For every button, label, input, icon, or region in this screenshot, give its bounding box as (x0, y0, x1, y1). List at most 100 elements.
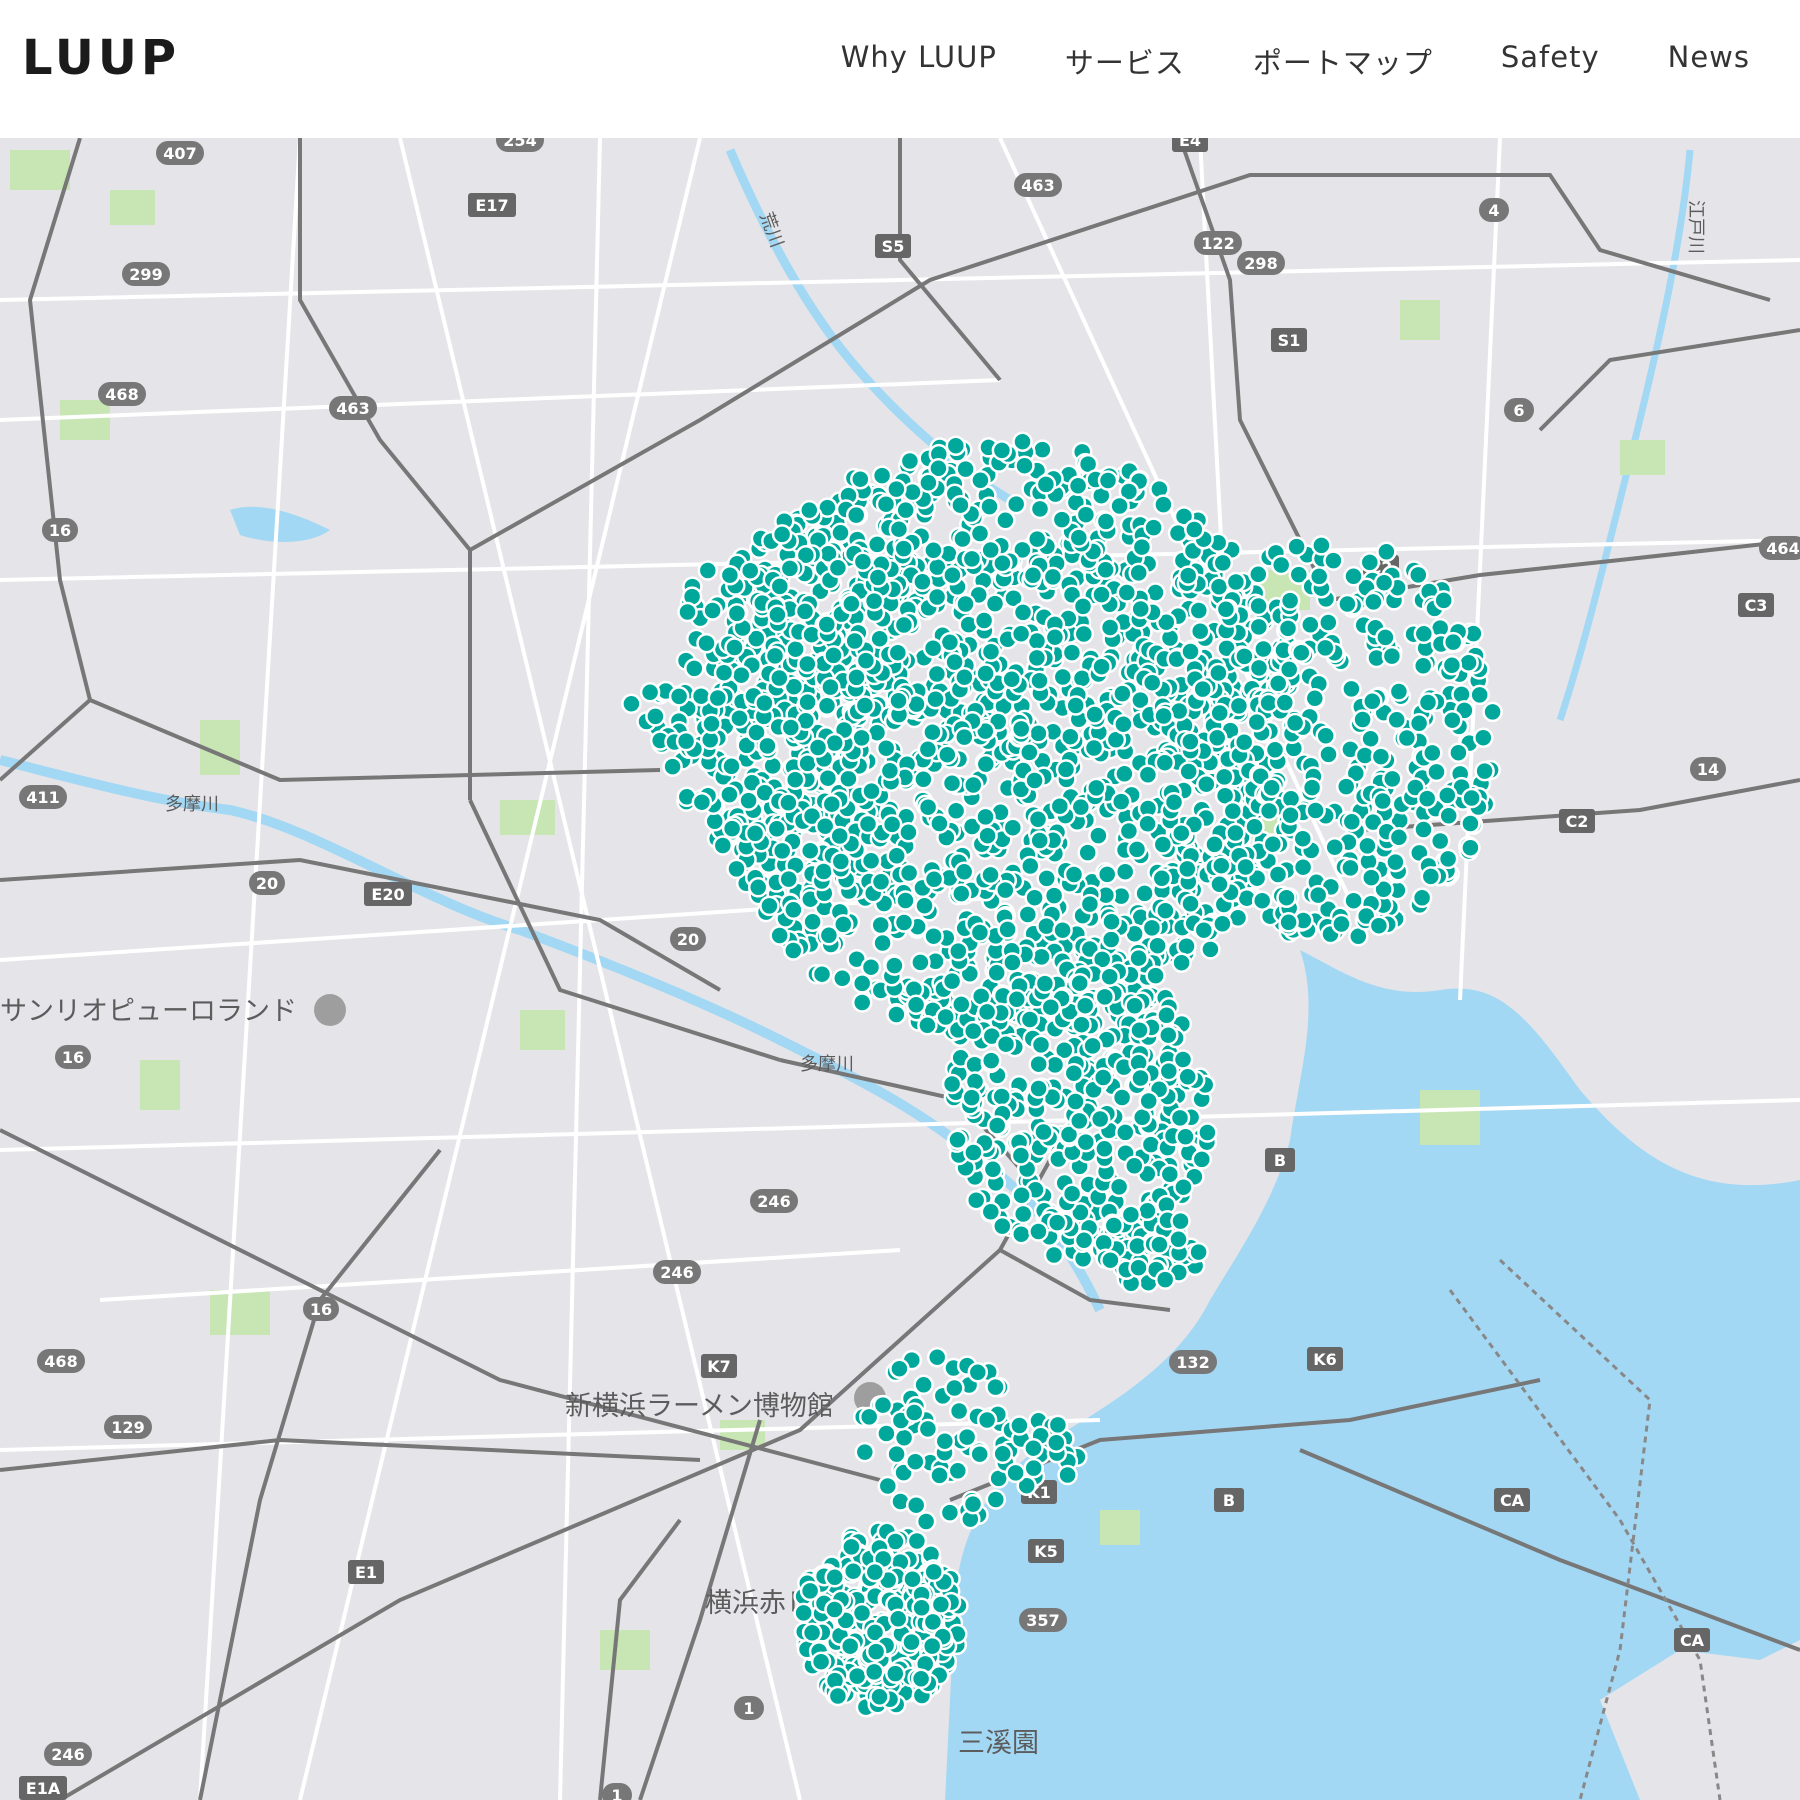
port-marker[interactable] (1128, 562, 1149, 584)
port-marker[interactable] (1116, 582, 1138, 603)
port-marker[interactable] (1352, 709, 1373, 730)
port-marker[interactable] (1137, 764, 1159, 786)
port-marker[interactable] (1308, 566, 1330, 587)
port-marker[interactable] (747, 877, 769, 898)
port-marker[interactable] (1278, 659, 1300, 680)
port-marker[interactable] (766, 818, 788, 840)
port-marker[interactable] (1124, 1155, 1145, 1177)
port-marker[interactable] (662, 756, 683, 777)
port-marker[interactable] (1043, 885, 1065, 906)
port-marker[interactable] (934, 1430, 956, 1452)
port-marker[interactable] (926, 586, 948, 608)
port-marker[interactable] (1413, 819, 1434, 840)
port-marker[interactable] (793, 1602, 814, 1624)
port-marker[interactable] (969, 523, 991, 544)
port-marker[interactable] (917, 796, 939, 818)
port-marker[interactable] (1023, 1437, 1044, 1459)
port-marker[interactable] (1072, 596, 1094, 617)
port-marker[interactable] (961, 548, 983, 570)
port-marker[interactable] (855, 650, 877, 671)
port-marker[interactable] (886, 1443, 907, 1465)
port-marker[interactable] (738, 790, 759, 811)
port-marker[interactable] (1028, 1053, 1049, 1075)
port-marker[interactable] (975, 663, 996, 684)
port-marker[interactable] (876, 1423, 897, 1444)
port-marker[interactable] (1103, 1215, 1125, 1236)
port-marker[interactable] (1171, 822, 1192, 844)
port-marker[interactable] (1212, 913, 1233, 935)
port-marker[interactable] (976, 1001, 998, 1023)
port-marker[interactable] (1474, 760, 1495, 782)
port-marker[interactable] (939, 1502, 961, 1523)
port-marker[interactable] (807, 737, 829, 758)
port-marker[interactable] (719, 564, 741, 586)
port-marker[interactable] (1261, 777, 1282, 799)
port-marker[interactable] (1128, 947, 1149, 969)
port-marker[interactable] (871, 465, 893, 486)
port-marker[interactable] (1153, 705, 1174, 727)
port-marker[interactable] (886, 478, 907, 500)
port-marker[interactable] (1028, 723, 1049, 744)
port-marker[interactable] (844, 630, 865, 652)
port-marker[interactable] (707, 687, 729, 709)
port-marker[interactable] (867, 567, 889, 588)
map-canvas[interactable]: サンリオピューロランド 新横浜ラーメン博物館 横浜赤レン 三溪園 多摩川 多摩川… (0, 138, 1800, 1800)
port-marker[interactable] (846, 1665, 868, 1687)
port-marker[interactable] (784, 769, 806, 790)
port-marker[interactable] (794, 601, 816, 622)
port-marker[interactable] (1063, 864, 1085, 885)
port-marker[interactable] (1413, 623, 1435, 645)
port-marker[interactable] (1046, 1212, 1068, 1233)
port-marker[interactable] (1141, 672, 1163, 693)
port-marker[interactable] (1177, 565, 1199, 586)
port-marker[interactable] (899, 450, 921, 472)
port-marker[interactable] (1274, 692, 1296, 713)
port-marker[interactable] (860, 956, 882, 978)
port-marker[interactable] (1138, 1090, 1159, 1112)
port-marker[interactable] (1212, 552, 1234, 574)
port-marker[interactable] (1095, 511, 1117, 532)
port-marker[interactable] (1225, 571, 1247, 593)
port-marker[interactable] (1375, 627, 1396, 648)
port-marker[interactable] (1433, 590, 1454, 611)
port-marker[interactable] (1225, 822, 1246, 844)
port-marker[interactable] (778, 868, 799, 890)
port-marker[interactable] (967, 1362, 989, 1383)
port-marker[interactable] (1158, 1024, 1179, 1046)
port-marker[interactable] (1386, 709, 1407, 731)
port-marker[interactable] (995, 510, 1016, 531)
port-marker[interactable] (941, 772, 963, 794)
port-marker[interactable] (1337, 593, 1358, 615)
port-marker[interactable] (1323, 550, 1344, 571)
port-marker[interactable] (823, 645, 844, 666)
port-marker[interactable] (951, 883, 972, 904)
port-marker[interactable] (1331, 913, 1352, 935)
port-marker[interactable] (1052, 919, 1073, 941)
port-marker[interactable] (995, 1033, 1017, 1055)
port-marker[interactable] (1234, 646, 1255, 667)
port-marker[interactable] (901, 1631, 922, 1653)
port-marker[interactable] (1012, 1203, 1034, 1225)
port-marker[interactable] (1292, 856, 1314, 878)
port-marker[interactable] (797, 753, 818, 774)
port-marker[interactable] (939, 632, 961, 653)
port-marker[interactable] (956, 1426, 978, 1448)
port-marker[interactable] (1043, 1244, 1065, 1266)
poi-sankeien[interactable]: 三溪園 (958, 1728, 1039, 1759)
port-marker[interactable] (1099, 617, 1121, 638)
port-marker[interactable] (1228, 695, 1250, 717)
port-marker[interactable] (865, 1641, 887, 1662)
port-marker[interactable] (937, 744, 958, 765)
port-marker[interactable] (1049, 795, 1071, 817)
port-marker[interactable] (1012, 602, 1034, 623)
port-marker[interactable] (1140, 1134, 1162, 1155)
port-marker[interactable] (1110, 791, 1132, 812)
port-marker[interactable] (820, 676, 841, 698)
port-marker[interactable] (925, 688, 946, 710)
port-marker[interactable] (926, 1346, 948, 1368)
port-marker[interactable] (1071, 668, 1093, 689)
port-marker[interactable] (827, 557, 849, 579)
port-marker[interactable] (923, 1561, 944, 1583)
port-marker[interactable] (726, 858, 747, 880)
port-marker[interactable] (1077, 842, 1098, 863)
